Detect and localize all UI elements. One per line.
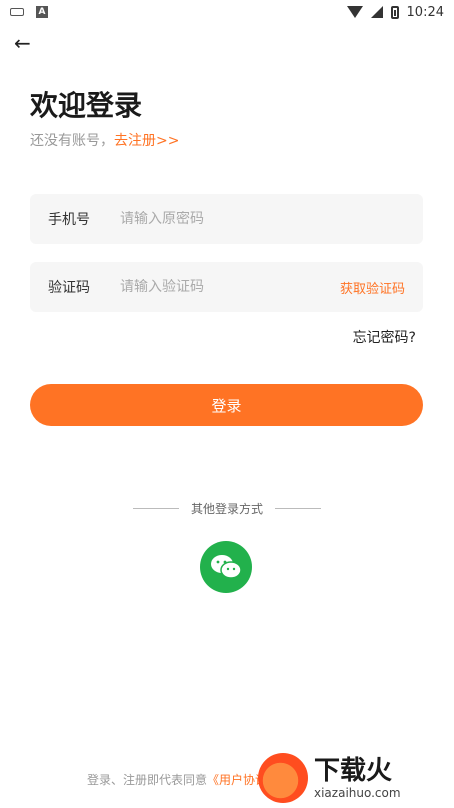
other-login-divider: 其他登录方式	[0, 500, 454, 517]
keyboard-icon	[10, 8, 24, 16]
other-login-label: 其他登录方式	[190, 502, 263, 516]
get-code-button[interactable]: 获取验证码	[340, 278, 405, 297]
wechat-icon	[211, 555, 242, 579]
wifi-icon	[346, 6, 363, 18]
status-bar: A 10:24	[0, 0, 454, 24]
register-link[interactable]: 去注册>>	[114, 133, 179, 149]
phone-label: 手机号	[48, 212, 90, 228]
register-prompt: 还没有账号，去注册>>	[30, 130, 179, 150]
phone-field: 手机号	[30, 194, 423, 244]
code-input[interactable]	[120, 279, 340, 295]
watermark: 下载火 xiazaihuo.com	[258, 748, 448, 808]
divider-line-right	[275, 508, 321, 509]
fire-logo-icon	[258, 753, 308, 803]
status-time: 10:24	[406, 4, 444, 20]
app-notification-icon: A	[36, 6, 48, 18]
agreement-text: 登录、注册即代表同意《用户协议	[87, 771, 267, 788]
battery-icon	[390, 5, 399, 19]
wechat-login-button[interactable]	[200, 541, 252, 593]
forgot-password-link[interactable]: 忘记密码?	[353, 327, 416, 347]
agreement-prefix: 登录、注册即代表同意	[87, 773, 208, 787]
back-arrow-icon[interactable]: ←	[14, 32, 36, 54]
phone-input[interactable]	[120, 211, 405, 227]
code-field: 验证码 获取验证码	[30, 262, 423, 312]
status-left: A	[10, 6, 48, 18]
page-title: 欢迎登录	[30, 89, 143, 122]
divider-line-left	[132, 508, 179, 509]
watermark-domain: xiazaihuo.com	[314, 786, 401, 800]
login-button[interactable]: 登录	[30, 384, 423, 426]
code-label: 验证码	[48, 280, 90, 296]
status-right: 10:24	[346, 4, 444, 20]
watermark-text: 下载火 xiazaihuo.com	[314, 756, 401, 800]
watermark-title: 下载火	[314, 756, 393, 786]
signal-icon	[370, 6, 383, 18]
register-prompt-text: 还没有账号，	[30, 133, 114, 149]
